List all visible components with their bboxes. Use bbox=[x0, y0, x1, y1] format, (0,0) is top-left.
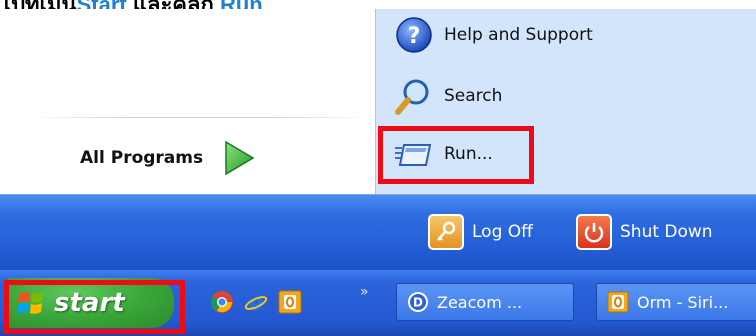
svg-text:?: ? bbox=[408, 24, 421, 49]
log-off-label: Log Off bbox=[472, 222, 533, 242]
shut-down-button[interactable]: Shut Down bbox=[576, 214, 713, 250]
internet-explorer-icon[interactable]: e bbox=[244, 290, 268, 314]
power-icon bbox=[576, 214, 612, 250]
search-item[interactable]: Search bbox=[394, 74, 502, 118]
search-icon bbox=[395, 79, 429, 115]
quick-launch-overflow[interactable]: » bbox=[360, 284, 369, 300]
help-and-support-label: Help and Support bbox=[444, 25, 593, 45]
svg-text:D: D bbox=[413, 296, 423, 310]
zeacom-icon: D bbox=[408, 292, 428, 312]
all-programs-button[interactable]: All Programs bbox=[80, 136, 255, 180]
log-off-button[interactable]: Log Off bbox=[428, 214, 533, 250]
key-icon bbox=[428, 214, 464, 250]
taskbar-item-zeacom-label: Zeacom ... bbox=[437, 292, 523, 312]
help-icon: ? bbox=[396, 17, 432, 53]
run-highlight-box bbox=[378, 126, 534, 184]
quick-launch-bar: e bbox=[210, 290, 302, 314]
green-arrow-icon bbox=[225, 140, 255, 176]
outlook-icon[interactable] bbox=[278, 290, 302, 314]
start-highlight-box bbox=[4, 280, 185, 334]
taskbar-item-outlook[interactable]: Orm - Siri... bbox=[596, 283, 756, 321]
taskbar-item-outlook-label: Orm - Siri... bbox=[637, 292, 729, 312]
menu-separator bbox=[30, 117, 370, 118]
outlook-icon bbox=[607, 291, 629, 313]
all-programs-label: All Programs bbox=[80, 148, 204, 168]
search-label: Search bbox=[444, 86, 503, 106]
help-and-support-item[interactable]: ? Help and Support bbox=[394, 13, 593, 57]
chrome-icon[interactable] bbox=[210, 290, 234, 314]
taskbar-item-zeacom[interactable]: D Zeacom ... bbox=[396, 283, 574, 321]
shut-down-label: Shut Down bbox=[620, 222, 713, 242]
